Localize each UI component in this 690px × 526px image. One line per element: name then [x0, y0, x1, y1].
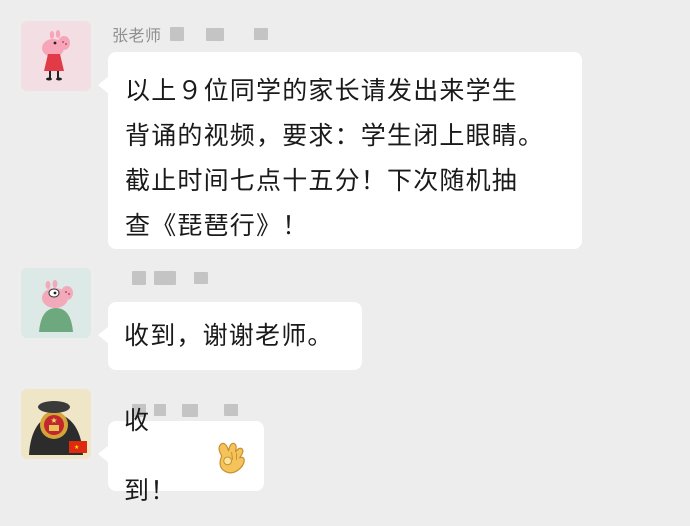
- message-bubble[interactable]: 以上９位同学的家长请发出来学生 背诵的视频，要求：学生闭上眼睛。 截止时间七点十…: [98, 52, 582, 249]
- blurred-name: [253, 28, 268, 40]
- message-line: 背诵的视频，要求：学生闭上眼睛。: [125, 121, 545, 150]
- blurred-name: [169, 27, 184, 41]
- svg-text:★: ★: [50, 416, 57, 425]
- message-bubble[interactable]: 收到，谢谢老师。: [98, 302, 362, 370]
- blurred-name: [154, 271, 176, 285]
- message-text: 收到，谢谢老师。: [124, 321, 334, 350]
- peppa-pig-icon: [21, 21, 91, 91]
- blurred-name: [194, 272, 208, 284]
- blurred-name: [205, 27, 224, 41]
- blurred-name: [132, 271, 146, 285]
- blurred-name: [224, 404, 238, 416]
- message-line: 查《琵琶行》！: [125, 211, 309, 240]
- svg-text:★: ★: [74, 444, 79, 451]
- ok-hand-icon: [218, 442, 245, 474]
- message-line: 截止时间七点十五分！下次随机抽: [125, 166, 519, 195]
- message-bubble[interactable]: 收到！: [98, 406, 264, 505]
- avatar[interactable]: [21, 21, 91, 91]
- avatar[interactable]: [21, 268, 91, 338]
- sender-name: 张老师: [112, 26, 162, 45]
- message-text: 收到！: [124, 406, 177, 505]
- message-line: 以上９位同学的家长请发出来学生: [125, 76, 519, 105]
- sender-row: [112, 268, 208, 288]
- sender-row: 张老师: [112, 24, 268, 45]
- national-emblem-icon: ★ ★: [21, 389, 91, 459]
- george-pig-icon: [21, 268, 91, 338]
- avatar[interactable]: ★ ★: [21, 389, 91, 459]
